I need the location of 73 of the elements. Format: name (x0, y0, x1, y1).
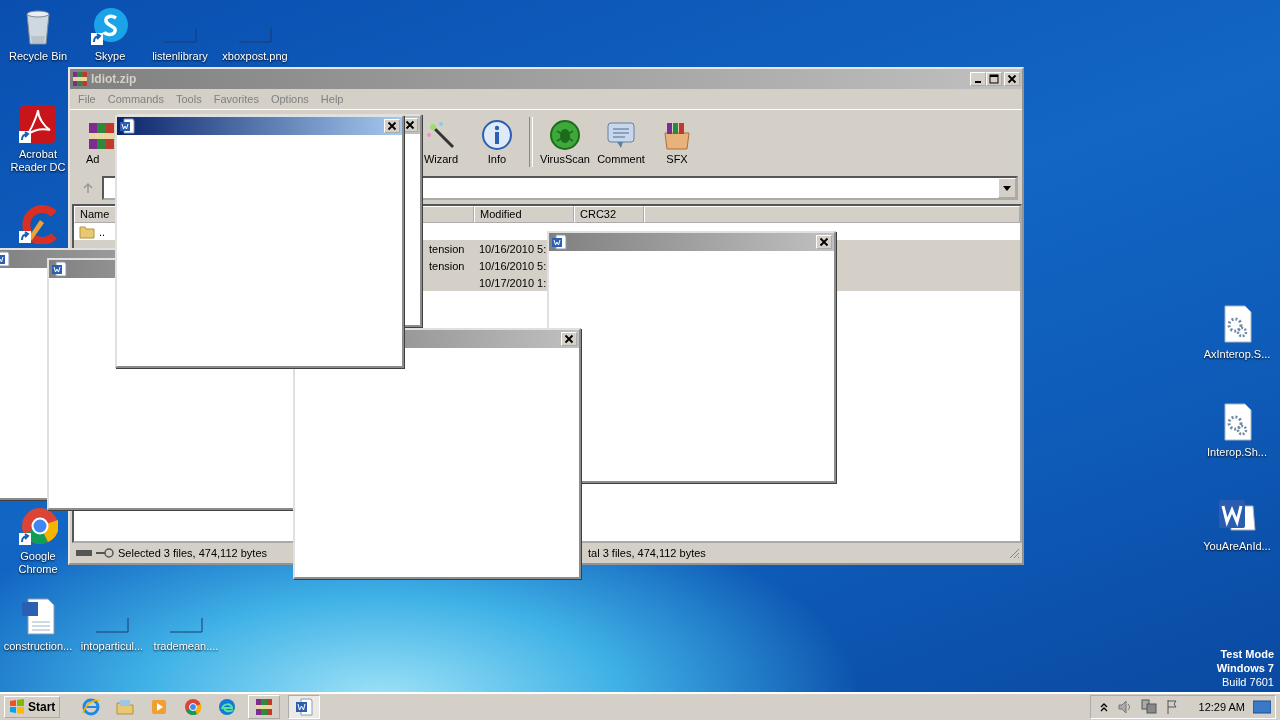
icon-label: Recycle Bin (8, 50, 68, 63)
table-cell: 10/16/2010 5: (479, 242, 547, 255)
status-text: Selected 3 files, 474,112 bytes (118, 547, 268, 559)
minimize-button[interactable] (970, 72, 986, 86)
close-icon (564, 334, 574, 344)
close-icon (819, 237, 829, 247)
magic-wand-icon (425, 119, 457, 151)
bug-icon (549, 119, 581, 151)
drive-icon (76, 548, 92, 558)
close-icon (387, 121, 397, 131)
pdf-app-icon[interactable] (18, 104, 58, 144)
file-row[interactable]: .. (74, 223, 1020, 240)
os-build-text: Test Mode (1220, 647, 1274, 661)
icon-label: Skype (94, 50, 126, 63)
edge-icon (217, 697, 238, 717)
icon-label: trademean.... (153, 640, 219, 653)
icon-label: AxInterop.S... (1203, 348, 1271, 361)
browser-icon (81, 697, 102, 717)
toolbar-button[interactable]: SFX (649, 119, 705, 165)
icon-label: listenlibrary (152, 50, 208, 63)
dropdown-arrow-icon[interactable] (1003, 185, 1011, 191)
icon-label: Acrobat Reader DC (9, 148, 67, 174)
folder-icon (115, 697, 136, 717)
folder-icon (79, 223, 95, 240)
column-header[interactable]: Modified (474, 206, 574, 223)
chrome-icon[interactable] (18, 506, 58, 546)
table-cell: tension (429, 242, 465, 255)
close-button[interactable] (384, 119, 400, 133)
toolbar-button[interactable]: Comment (593, 119, 649, 165)
speaker-icon[interactable] (1116, 699, 1133, 715)
chevron-up-icon[interactable] (1098, 702, 1109, 712)
toolbar-button[interactable]: Ad (86, 119, 113, 165)
minimize-icon (975, 81, 981, 83)
icon-label: construction... (3, 640, 73, 653)
file-name[interactable]: .. (99, 225, 106, 238)
close-icon (1007, 74, 1017, 84)
taskbar-app-button[interactable] (248, 695, 281, 719)
info-icon (481, 119, 513, 151)
os-build-text: Windows 7 (1216, 661, 1274, 675)
icon-label: YouAreAnId... (1203, 540, 1271, 553)
toolbar-button[interactable]: Info (469, 119, 525, 165)
chrome-icon (183, 697, 204, 717)
table-cell: 10/17/2010 1: (479, 276, 547, 289)
windows-logo-icon (9, 699, 25, 715)
maximize-icon (989, 74, 999, 84)
icon-label: Google Chrome (17, 550, 59, 576)
table-cell: 10/16/2010 5: (479, 259, 547, 272)
document-icon (294, 697, 315, 717)
brush-app-icon[interactable] (18, 204, 58, 244)
archive-icon (254, 697, 275, 717)
icon-label: xboxpost.png (222, 50, 288, 63)
maximize-button[interactable] (986, 72, 1002, 86)
column-header[interactable]: CRC32 (574, 206, 644, 223)
icon-label: Interop.Sh... (1207, 446, 1267, 459)
taskbar-app-button[interactable] (288, 695, 321, 719)
network-icon[interactable] (1140, 699, 1157, 715)
clock[interactable]: 12:29 AM (1198, 701, 1245, 713)
skype-icon[interactable] (90, 6, 130, 46)
key-icon (96, 548, 114, 558)
status-text: tal 3 files, 474,112 bytes (588, 547, 706, 559)
start-button[interactable]: Start (4, 696, 61, 718)
os-build-text: Build 7601 (1222, 675, 1274, 689)
icon-label: intoparticul... (80, 640, 144, 653)
table-cell: tension (429, 259, 465, 272)
close-button[interactable] (816, 235, 832, 249)
archive-icon (72, 71, 88, 87)
close-button[interactable] (561, 332, 577, 346)
window-title: Idiot.zip (91, 72, 138, 86)
toolbar-button[interactable]: VirusScan (537, 119, 593, 165)
close-icon (405, 120, 415, 130)
resize-grip-icon[interactable] (1008, 547, 1020, 559)
toolbar-button[interactable]: Wizard (413, 119, 469, 165)
close-button[interactable] (1004, 72, 1020, 86)
